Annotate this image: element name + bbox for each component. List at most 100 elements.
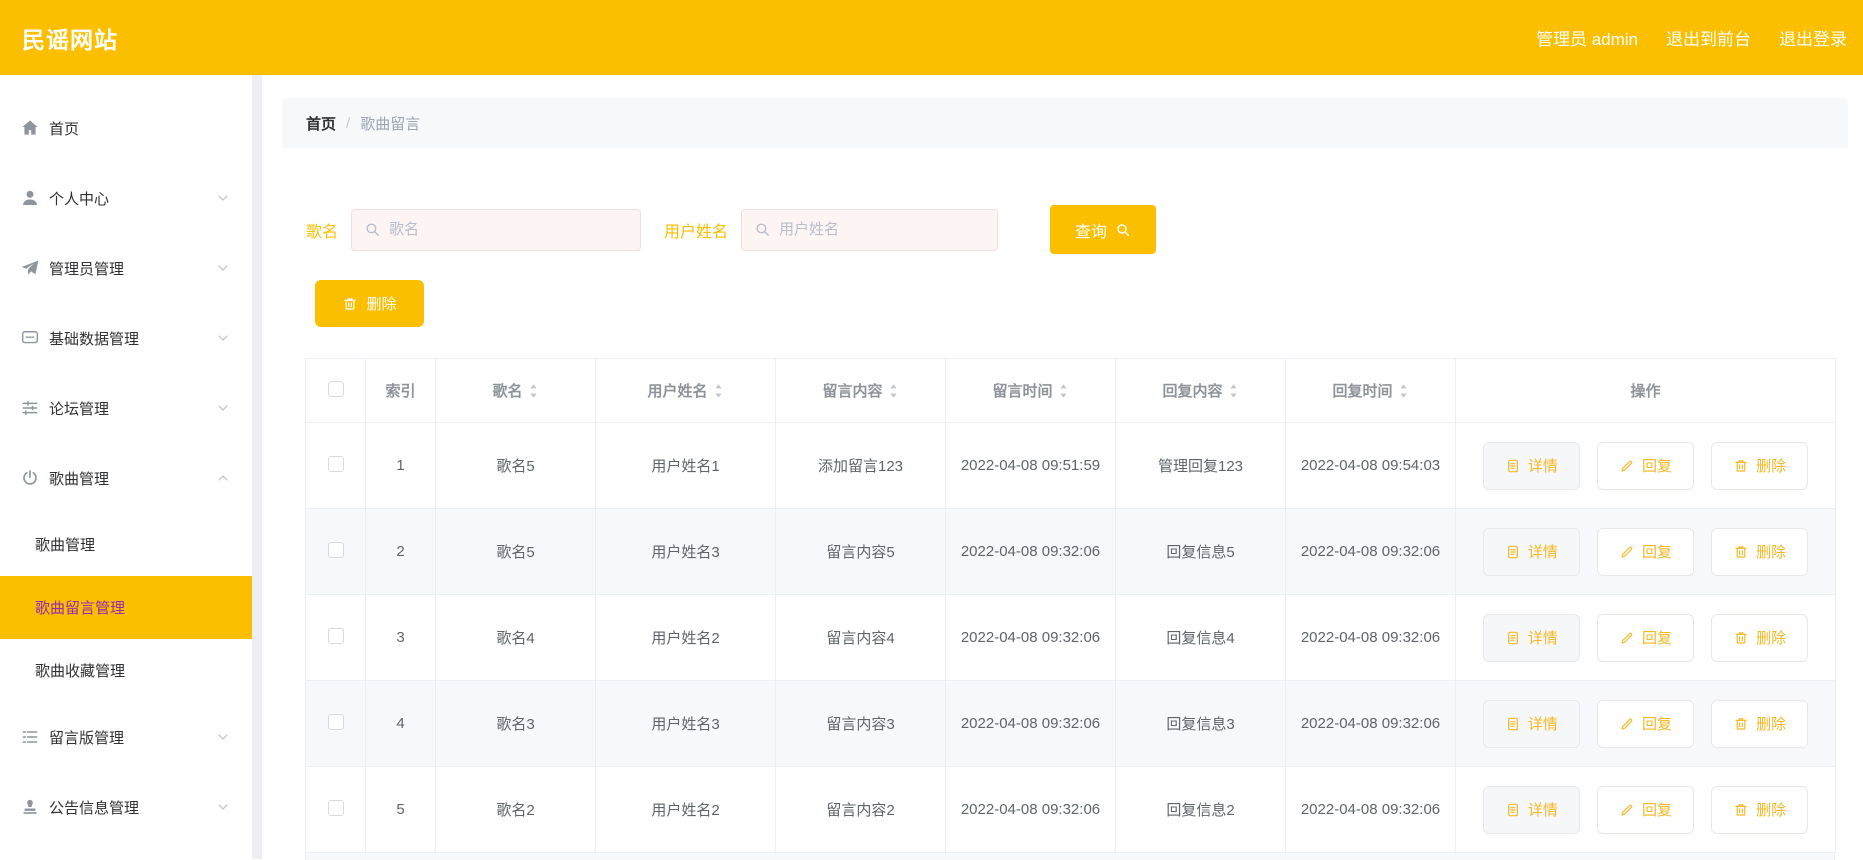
cell-song: 歌名2: [435, 766, 596, 853]
search-icon: [754, 221, 771, 238]
breadcrumb-home-link[interactable]: 首页: [306, 113, 336, 134]
cell-song: 歌名5: [435, 508, 596, 595]
sidebar-subitem-label: 歌曲收藏管理: [35, 663, 126, 680]
sort-icon[interactable]: [713, 383, 724, 399]
exit-to-front-link[interactable]: 退出到前台: [1666, 25, 1751, 50]
sidebar-item-profile[interactable]: 个人中心: [0, 163, 252, 233]
cell-actions: 详情 回复 删除: [1455, 508, 1836, 595]
document-icon: [1505, 630, 1521, 646]
column-header-content[interactable]: 留言内容: [775, 358, 946, 423]
user-name-label: 用户姓名: [664, 223, 729, 241]
row-checkbox[interactable]: [327, 713, 344, 730]
column-header-label: 留言时间: [992, 383, 1053, 400]
sidebar-item-song[interactable]: 歌曲管理: [0, 443, 252, 513]
detail-label: 详情: [1527, 630, 1558, 647]
row-checkbox[interactable]: [327, 541, 344, 558]
cell-content: 留言内容3: [775, 680, 946, 767]
sort-icon[interactable]: [1228, 383, 1239, 399]
sort-icon[interactable]: [1058, 383, 1069, 399]
sidebar-item-label: 论坛管理: [49, 400, 110, 418]
search-icon: [364, 221, 381, 238]
delete-label: 删除: [1756, 630, 1787, 647]
row-delete-button[interactable]: 删除: [1711, 527, 1809, 576]
column-header-reply-time[interactable]: 回复时间: [1285, 358, 1456, 423]
sidebar-item-label: 首页: [49, 120, 80, 138]
detail-button[interactable]: 详情: [1482, 785, 1580, 834]
sidebar-subitem-song-manage[interactable]: 歌曲管理: [0, 513, 252, 576]
user-name-field[interactable]: [741, 208, 999, 251]
detail-label: 详情: [1527, 802, 1558, 819]
cell-content: 留言内容4: [775, 594, 946, 681]
document-icon: [1505, 544, 1521, 560]
sidebar-item-notice[interactable]: 公告信息管理: [0, 772, 252, 842]
row-checkbox[interactable]: [327, 627, 344, 644]
select-all-header[interactable]: [305, 358, 366, 423]
chevron-up-icon: [216, 471, 230, 485]
delete-label: 删除: [1756, 716, 1787, 733]
row-checkbox[interactable]: [327, 455, 344, 472]
sidebar-item-message-board[interactable]: 留言版管理: [0, 702, 252, 772]
row-delete-button[interactable]: 删除: [1711, 613, 1809, 662]
song-name-field[interactable]: [351, 208, 642, 251]
song-name-input[interactable]: [389, 221, 629, 238]
sidebar-nav: 首页 个人中心 管理员管理 基础数据管理 论坛管理 歌曲管理 歌曲管理 歌曲留言…: [0, 75, 252, 859]
cell-index: 1: [365, 422, 436, 509]
row-checkbox[interactable]: [327, 799, 344, 816]
detail-button[interactable]: 详情: [1482, 441, 1580, 490]
column-header-reply[interactable]: 回复内容: [1115, 358, 1286, 423]
search-icon: [1117, 223, 1130, 236]
sidebar-subitem-song-comment[interactable]: 歌曲留言管理: [0, 576, 252, 639]
stamp-icon: [20, 797, 40, 817]
detail-button[interactable]: 详情: [1482, 613, 1580, 662]
sort-icon[interactable]: [888, 383, 899, 399]
column-header-user[interactable]: 用户姓名: [595, 358, 776, 423]
row-delete-button[interactable]: 删除: [1711, 699, 1809, 748]
cell-content: 添加留言123: [775, 422, 946, 509]
power-icon: [20, 468, 40, 488]
row-delete-button[interactable]: 删除: [1711, 785, 1809, 834]
detail-button[interactable]: 详情: [1482, 527, 1580, 576]
sidebar-subitem-song-favorite[interactable]: 歌曲收藏管理: [0, 639, 252, 702]
messages-table: 索引 歌名 用户姓名 留言内容 留言时间 回复内容 回复时间 操作 1 歌名5 …: [305, 358, 1836, 853]
column-header-song[interactable]: 歌名: [435, 358, 596, 423]
pencil-icon: [1619, 458, 1635, 474]
cell-user: 用户姓名1: [595, 422, 776, 509]
reply-button[interactable]: 回复: [1597, 785, 1694, 834]
sidebar-item-forum[interactable]: 论坛管理: [0, 373, 252, 443]
messages-table-wrap: 索引 歌名 用户姓名 留言内容 留言时间 回复内容 回复时间 操作 1 歌名5 …: [305, 358, 1836, 860]
pencil-icon: [1619, 716, 1635, 732]
search-button[interactable]: 查询: [1050, 205, 1157, 254]
detail-button[interactable]: 详情: [1482, 699, 1580, 748]
column-header-label: 用户姓名: [647, 383, 708, 400]
main-content: 首页 / 歌曲留言 歌名 用户姓名 查询 删除: [262, 75, 1863, 860]
sort-icon[interactable]: [1398, 383, 1409, 399]
sidebar-item-admin-manage[interactable]: 管理员管理: [0, 233, 252, 303]
reply-button[interactable]: 回复: [1597, 441, 1694, 490]
sidebar-item-home[interactable]: 首页: [0, 93, 252, 163]
cell-reply-time: 2022-04-08 09:32:06: [1285, 680, 1456, 767]
column-header-label: 操作: [1630, 383, 1661, 400]
user-name-input[interactable]: [779, 221, 986, 238]
column-header-ops: 操作: [1455, 358, 1836, 423]
column-header-time[interactable]: 留言时间: [945, 358, 1116, 423]
logout-link[interactable]: 退出登录: [1779, 25, 1847, 50]
cell-user: 用户姓名3: [595, 680, 776, 767]
cell-actions: 详情 回复 删除: [1455, 594, 1836, 681]
cell-time: 2022-04-08 09:32:06: [945, 680, 1116, 767]
row-delete-button[interactable]: 删除: [1711, 441, 1809, 490]
reply-button[interactable]: 回复: [1597, 699, 1694, 748]
sort-icon[interactable]: [528, 383, 539, 399]
user-icon: [20, 188, 40, 208]
sidebar-item-base-data[interactable]: 基础数据管理: [0, 303, 252, 373]
reply-button[interactable]: 回复: [1597, 527, 1694, 576]
reply-button[interactable]: 回复: [1597, 613, 1694, 662]
column-header-label: 歌名: [492, 383, 523, 400]
delete-label: 删除: [1756, 802, 1787, 819]
cell-time: 2022-04-08 09:51:59: [945, 422, 1116, 509]
select-all-checkbox[interactable]: [327, 380, 344, 397]
cell-reply-time: 2022-04-08 09:32:06: [1285, 766, 1456, 853]
bulk-delete-button[interactable]: 删除: [315, 280, 424, 327]
top-header-bar: 民谣网站 管理员 admin 退出到前台 退出登录: [0, 0, 1863, 75]
chevron-down-icon: [216, 261, 230, 275]
cell-select: [305, 508, 366, 595]
